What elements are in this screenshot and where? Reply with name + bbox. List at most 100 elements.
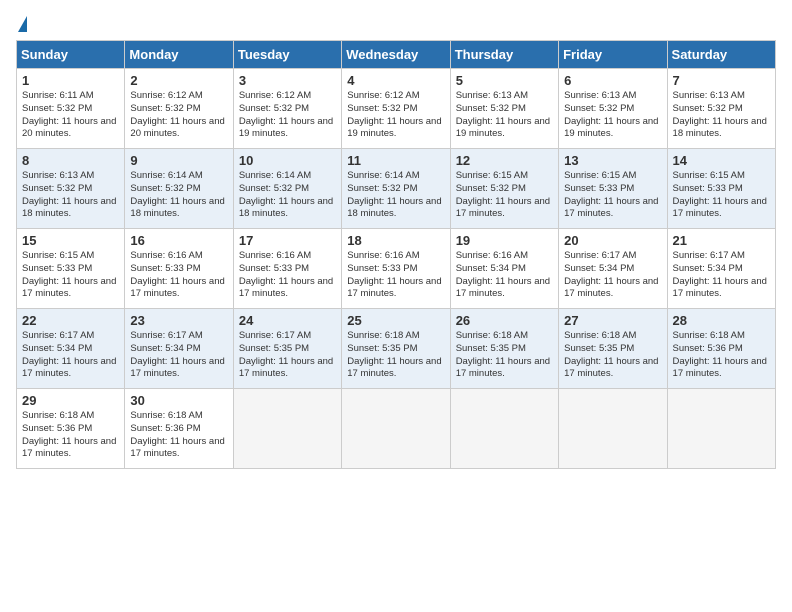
day-info: Sunrise: 6:13 AM Sunset: 5:32 PM Dayligh… xyxy=(22,170,119,221)
day-number: 16 xyxy=(130,233,227,248)
calendar-cell: 20 Sunrise: 6:17 AM Sunset: 5:34 PM Dayl… xyxy=(559,229,667,309)
day-number: 17 xyxy=(239,233,336,248)
day-number: 13 xyxy=(564,153,661,168)
day-number: 6 xyxy=(564,73,661,88)
day-info: Sunrise: 6:17 AM Sunset: 5:34 PM Dayligh… xyxy=(564,250,661,301)
day-number: 8 xyxy=(22,153,119,168)
day-info: Sunrise: 6:14 AM Sunset: 5:32 PM Dayligh… xyxy=(347,170,444,221)
day-number: 20 xyxy=(564,233,661,248)
day-number: 15 xyxy=(22,233,119,248)
calendar-cell: 15 Sunrise: 6:15 AM Sunset: 5:33 PM Dayl… xyxy=(17,229,125,309)
day-info: Sunrise: 6:17 AM Sunset: 5:35 PM Dayligh… xyxy=(239,330,336,381)
calendar-cell xyxy=(559,389,667,469)
day-info: Sunrise: 6:18 AM Sunset: 5:35 PM Dayligh… xyxy=(564,330,661,381)
calendar-cell: 10 Sunrise: 6:14 AM Sunset: 5:32 PM Dayl… xyxy=(233,149,341,229)
calendar-header-monday: Monday xyxy=(125,41,233,69)
calendar-cell: 2 Sunrise: 6:12 AM Sunset: 5:32 PM Dayli… xyxy=(125,69,233,149)
day-info: Sunrise: 6:18 AM Sunset: 5:35 PM Dayligh… xyxy=(456,330,553,381)
day-info: Sunrise: 6:15 AM Sunset: 5:33 PM Dayligh… xyxy=(22,250,119,301)
calendar-cell: 23 Sunrise: 6:17 AM Sunset: 5:34 PM Dayl… xyxy=(125,309,233,389)
day-number: 3 xyxy=(239,73,336,88)
calendar-cell: 16 Sunrise: 6:16 AM Sunset: 5:33 PM Dayl… xyxy=(125,229,233,309)
day-info: Sunrise: 6:11 AM Sunset: 5:32 PM Dayligh… xyxy=(22,90,119,141)
day-number: 27 xyxy=(564,313,661,328)
day-info: Sunrise: 6:17 AM Sunset: 5:34 PM Dayligh… xyxy=(673,250,770,301)
day-info: Sunrise: 6:16 AM Sunset: 5:33 PM Dayligh… xyxy=(239,250,336,301)
day-info: Sunrise: 6:15 AM Sunset: 5:33 PM Dayligh… xyxy=(673,170,770,221)
day-info: Sunrise: 6:16 AM Sunset: 5:34 PM Dayligh… xyxy=(456,250,553,301)
calendar-cell: 4 Sunrise: 6:12 AM Sunset: 5:32 PM Dayli… xyxy=(342,69,450,149)
calendar-header-sunday: Sunday xyxy=(17,41,125,69)
day-number: 23 xyxy=(130,313,227,328)
day-number: 7 xyxy=(673,73,770,88)
day-number: 10 xyxy=(239,153,336,168)
day-info: Sunrise: 6:13 AM Sunset: 5:32 PM Dayligh… xyxy=(456,90,553,141)
day-info: Sunrise: 6:18 AM Sunset: 5:36 PM Dayligh… xyxy=(673,330,770,381)
calendar-cell: 22 Sunrise: 6:17 AM Sunset: 5:34 PM Dayl… xyxy=(17,309,125,389)
calendar-cell: 12 Sunrise: 6:15 AM Sunset: 5:32 PM Dayl… xyxy=(450,149,558,229)
calendar-cell: 14 Sunrise: 6:15 AM Sunset: 5:33 PM Dayl… xyxy=(667,149,775,229)
day-number: 30 xyxy=(130,393,227,408)
calendar-week-row-2: 8 Sunrise: 6:13 AM Sunset: 5:32 PM Dayli… xyxy=(17,149,776,229)
day-number: 4 xyxy=(347,73,444,88)
calendar-cell: 19 Sunrise: 6:16 AM Sunset: 5:34 PM Dayl… xyxy=(450,229,558,309)
logo xyxy=(16,16,27,32)
calendar-cell: 11 Sunrise: 6:14 AM Sunset: 5:32 PM Dayl… xyxy=(342,149,450,229)
calendar-week-row-4: 22 Sunrise: 6:17 AM Sunset: 5:34 PM Dayl… xyxy=(17,309,776,389)
calendar-cell: 13 Sunrise: 6:15 AM Sunset: 5:33 PM Dayl… xyxy=(559,149,667,229)
day-info: Sunrise: 6:18 AM Sunset: 5:36 PM Dayligh… xyxy=(22,410,119,461)
calendar-cell: 17 Sunrise: 6:16 AM Sunset: 5:33 PM Dayl… xyxy=(233,229,341,309)
calendar-week-row-3: 15 Sunrise: 6:15 AM Sunset: 5:33 PM Dayl… xyxy=(17,229,776,309)
day-info: Sunrise: 6:15 AM Sunset: 5:33 PM Dayligh… xyxy=(564,170,661,221)
day-info: Sunrise: 6:13 AM Sunset: 5:32 PM Dayligh… xyxy=(564,90,661,141)
day-info: Sunrise: 6:12 AM Sunset: 5:32 PM Dayligh… xyxy=(347,90,444,141)
calendar-header-saturday: Saturday xyxy=(667,41,775,69)
day-info: Sunrise: 6:16 AM Sunset: 5:33 PM Dayligh… xyxy=(347,250,444,301)
calendar-cell: 21 Sunrise: 6:17 AM Sunset: 5:34 PM Dayl… xyxy=(667,229,775,309)
calendar-cell: 26 Sunrise: 6:18 AM Sunset: 5:35 PM Dayl… xyxy=(450,309,558,389)
calendar-header-friday: Friday xyxy=(559,41,667,69)
calendar-cell: 18 Sunrise: 6:16 AM Sunset: 5:33 PM Dayl… xyxy=(342,229,450,309)
calendar-cell xyxy=(233,389,341,469)
day-info: Sunrise: 6:12 AM Sunset: 5:32 PM Dayligh… xyxy=(130,90,227,141)
calendar-cell: 24 Sunrise: 6:17 AM Sunset: 5:35 PM Dayl… xyxy=(233,309,341,389)
calendar-week-row-1: 1 Sunrise: 6:11 AM Sunset: 5:32 PM Dayli… xyxy=(17,69,776,149)
calendar-cell xyxy=(450,389,558,469)
day-info: Sunrise: 6:18 AM Sunset: 5:35 PM Dayligh… xyxy=(347,330,444,381)
day-info: Sunrise: 6:14 AM Sunset: 5:32 PM Dayligh… xyxy=(130,170,227,221)
calendar-cell: 7 Sunrise: 6:13 AM Sunset: 5:32 PM Dayli… xyxy=(667,69,775,149)
calendar-cell: 29 Sunrise: 6:18 AM Sunset: 5:36 PM Dayl… xyxy=(17,389,125,469)
day-info: Sunrise: 6:14 AM Sunset: 5:32 PM Dayligh… xyxy=(239,170,336,221)
calendar-cell: 6 Sunrise: 6:13 AM Sunset: 5:32 PM Dayli… xyxy=(559,69,667,149)
day-number: 5 xyxy=(456,73,553,88)
day-info: Sunrise: 6:16 AM Sunset: 5:33 PM Dayligh… xyxy=(130,250,227,301)
header xyxy=(16,16,776,32)
calendar-cell xyxy=(667,389,775,469)
calendar-cell: 25 Sunrise: 6:18 AM Sunset: 5:35 PM Dayl… xyxy=(342,309,450,389)
day-number: 21 xyxy=(673,233,770,248)
day-number: 9 xyxy=(130,153,227,168)
calendar-cell: 1 Sunrise: 6:11 AM Sunset: 5:32 PM Dayli… xyxy=(17,69,125,149)
day-info: Sunrise: 6:12 AM Sunset: 5:32 PM Dayligh… xyxy=(239,90,336,141)
calendar-header-tuesday: Tuesday xyxy=(233,41,341,69)
day-info: Sunrise: 6:18 AM Sunset: 5:36 PM Dayligh… xyxy=(130,410,227,461)
calendar-header-row: SundayMondayTuesdayWednesdayThursdayFrid… xyxy=(17,41,776,69)
day-info: Sunrise: 6:17 AM Sunset: 5:34 PM Dayligh… xyxy=(130,330,227,381)
day-number: 1 xyxy=(22,73,119,88)
calendar-week-row-5: 29 Sunrise: 6:18 AM Sunset: 5:36 PM Dayl… xyxy=(17,389,776,469)
calendar-cell: 5 Sunrise: 6:13 AM Sunset: 5:32 PM Dayli… xyxy=(450,69,558,149)
calendar-cell: 8 Sunrise: 6:13 AM Sunset: 5:32 PM Dayli… xyxy=(17,149,125,229)
day-number: 2 xyxy=(130,73,227,88)
day-info: Sunrise: 6:17 AM Sunset: 5:34 PM Dayligh… xyxy=(22,330,119,381)
calendar-cell: 30 Sunrise: 6:18 AM Sunset: 5:36 PM Dayl… xyxy=(125,389,233,469)
day-number: 22 xyxy=(22,313,119,328)
day-number: 14 xyxy=(673,153,770,168)
calendar-cell: 3 Sunrise: 6:12 AM Sunset: 5:32 PM Dayli… xyxy=(233,69,341,149)
calendar-cell: 28 Sunrise: 6:18 AM Sunset: 5:36 PM Dayl… xyxy=(667,309,775,389)
day-number: 25 xyxy=(347,313,444,328)
day-number: 24 xyxy=(239,313,336,328)
day-number: 26 xyxy=(456,313,553,328)
calendar-cell xyxy=(342,389,450,469)
day-number: 29 xyxy=(22,393,119,408)
day-info: Sunrise: 6:15 AM Sunset: 5:32 PM Dayligh… xyxy=(456,170,553,221)
